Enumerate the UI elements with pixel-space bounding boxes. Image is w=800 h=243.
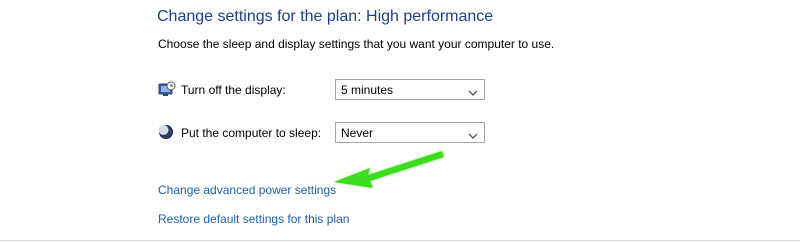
display-timeout-value: 5 minutes — [341, 83, 394, 97]
sleep-timeout-label: Put the computer to sleep: — [181, 126, 322, 140]
change-advanced-power-settings-link[interactable]: Change advanced power settings — [158, 183, 336, 197]
monitor-clock-icon — [158, 81, 176, 97]
display-timeout-label: Turn off the display: — [181, 83, 286, 97]
moon-sleep-icon — [158, 124, 176, 140]
green-arrow-annotation — [330, 144, 450, 194]
power-plan-settings-page: Change settings for the plan: High perfo… — [0, 0, 800, 243]
divider — [0, 240, 800, 241]
page-title: Change settings for the plan: High perfo… — [157, 8, 494, 25]
restore-default-settings-link[interactable]: Restore default settings for this plan — [158, 212, 349, 226]
chevron-down-icon — [468, 85, 478, 96]
display-timeout-select[interactable]: 5 minutes — [335, 79, 485, 100]
page-subtitle: Choose the sleep and display settings th… — [158, 37, 555, 51]
sleep-timeout-value: Never — [341, 126, 374, 140]
chevron-down-icon — [468, 128, 478, 139]
sleep-timeout-select[interactable]: Never — [335, 122, 485, 143]
